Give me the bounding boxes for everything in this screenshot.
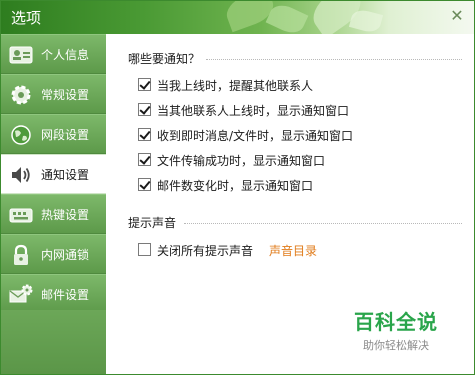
sound-directory-link[interactable]: 声音目录 <box>269 242 317 259</box>
sidebar-item-intranet-lock[interactable]: 内网通锁 <box>1 234 106 274</box>
checkbox-label: 邮件数变化时，显示通知窗口 <box>157 179 314 193</box>
checkbox[interactable] <box>138 103 151 116</box>
gear-icon <box>9 84 33 106</box>
watermark-logo: 百科全说 助你轻松解决 <box>346 306 446 353</box>
sidebar-item-notification-settings[interactable]: 通知设置 <box>1 154 107 194</box>
notify-section-title: 哪些要通知？ <box>128 52 201 66</box>
sidebar-item-mail-settings[interactable]: 邮件设置 <box>1 274 106 314</box>
sidebar-item-general-settings[interactable]: 常规设置 <box>1 74 106 114</box>
checkbox-label: 当其他联系人上线时，显示通知窗口 <box>157 104 350 118</box>
checkbox-label: 文件传输成功时，显示通知窗口 <box>157 154 326 168</box>
sidebar-item-label: 常规设置 <box>41 88 90 102</box>
section-divider <box>184 223 462 224</box>
close-icon: ✕ <box>450 6 464 25</box>
checkbox-label: 当我上线时，提醒其他联系人 <box>157 79 314 93</box>
sidebar-item-label: 网段设置 <box>41 128 90 142</box>
sidebar: 个人信息 常规设置 网段设置 通知设置 热键设置 内网通锁 邮件设置 <box>1 34 107 374</box>
sidebar-item-label: 个人信息 <box>41 48 90 62</box>
sidebar-item-network-settings[interactable]: 网段设置 <box>1 114 106 154</box>
lock-icon <box>9 244 33 266</box>
close-button[interactable]: ✕ <box>448 7 466 25</box>
section-divider <box>206 59 462 60</box>
sidebar-item-personal-info[interactable]: 个人信息 <box>1 34 106 74</box>
sidebar-item-hotkey-settings[interactable]: 热键设置 <box>1 194 106 234</box>
keyboard-icon <box>9 204 33 226</box>
mail-gear-icon <box>9 284 33 306</box>
checkbox[interactable] <box>138 243 151 256</box>
checkbox[interactable] <box>138 178 151 191</box>
sidebar-filler <box>1 310 106 374</box>
watermark-title: 百科全说 <box>354 310 438 334</box>
window-title: 选项 <box>11 9 42 27</box>
sound-section-title: 提示声音 <box>128 216 177 230</box>
checkbox[interactable] <box>138 78 151 91</box>
sidebar-item-label: 邮件设置 <box>41 288 90 302</box>
globe-icon <box>9 124 33 146</box>
watermark-subtitle: 助你轻松解决 <box>363 339 429 352</box>
options-window: 选项 ✕ 个人信息 常规设置 网段设置 通知设置 热键设置 内网通锁 邮件设置 … <box>0 0 475 375</box>
speaker-icon <box>9 164 33 186</box>
sidebar-item-label: 热键设置 <box>41 208 90 222</box>
notification-settings-panel: 哪些要通知？ 当我上线时，提醒其他联系人 当其他联系人上线时，显示通知窗口 收到… <box>106 34 474 374</box>
title-bar[interactable]: 选项 ✕ <box>1 1 474 34</box>
title-leaf-decoration <box>348 7 384 34</box>
sidebar-item-label: 内网通锁 <box>41 248 90 262</box>
checkbox[interactable] <box>138 153 151 166</box>
checkbox-label: 收到即时消息/文件时，显示通知窗口 <box>157 129 354 143</box>
checkbox-label: 关闭所有提示声音 <box>157 244 254 258</box>
checkbox[interactable] <box>138 128 151 141</box>
id-card-icon <box>9 44 33 66</box>
sidebar-item-label: 通知设置 <box>41 168 90 182</box>
